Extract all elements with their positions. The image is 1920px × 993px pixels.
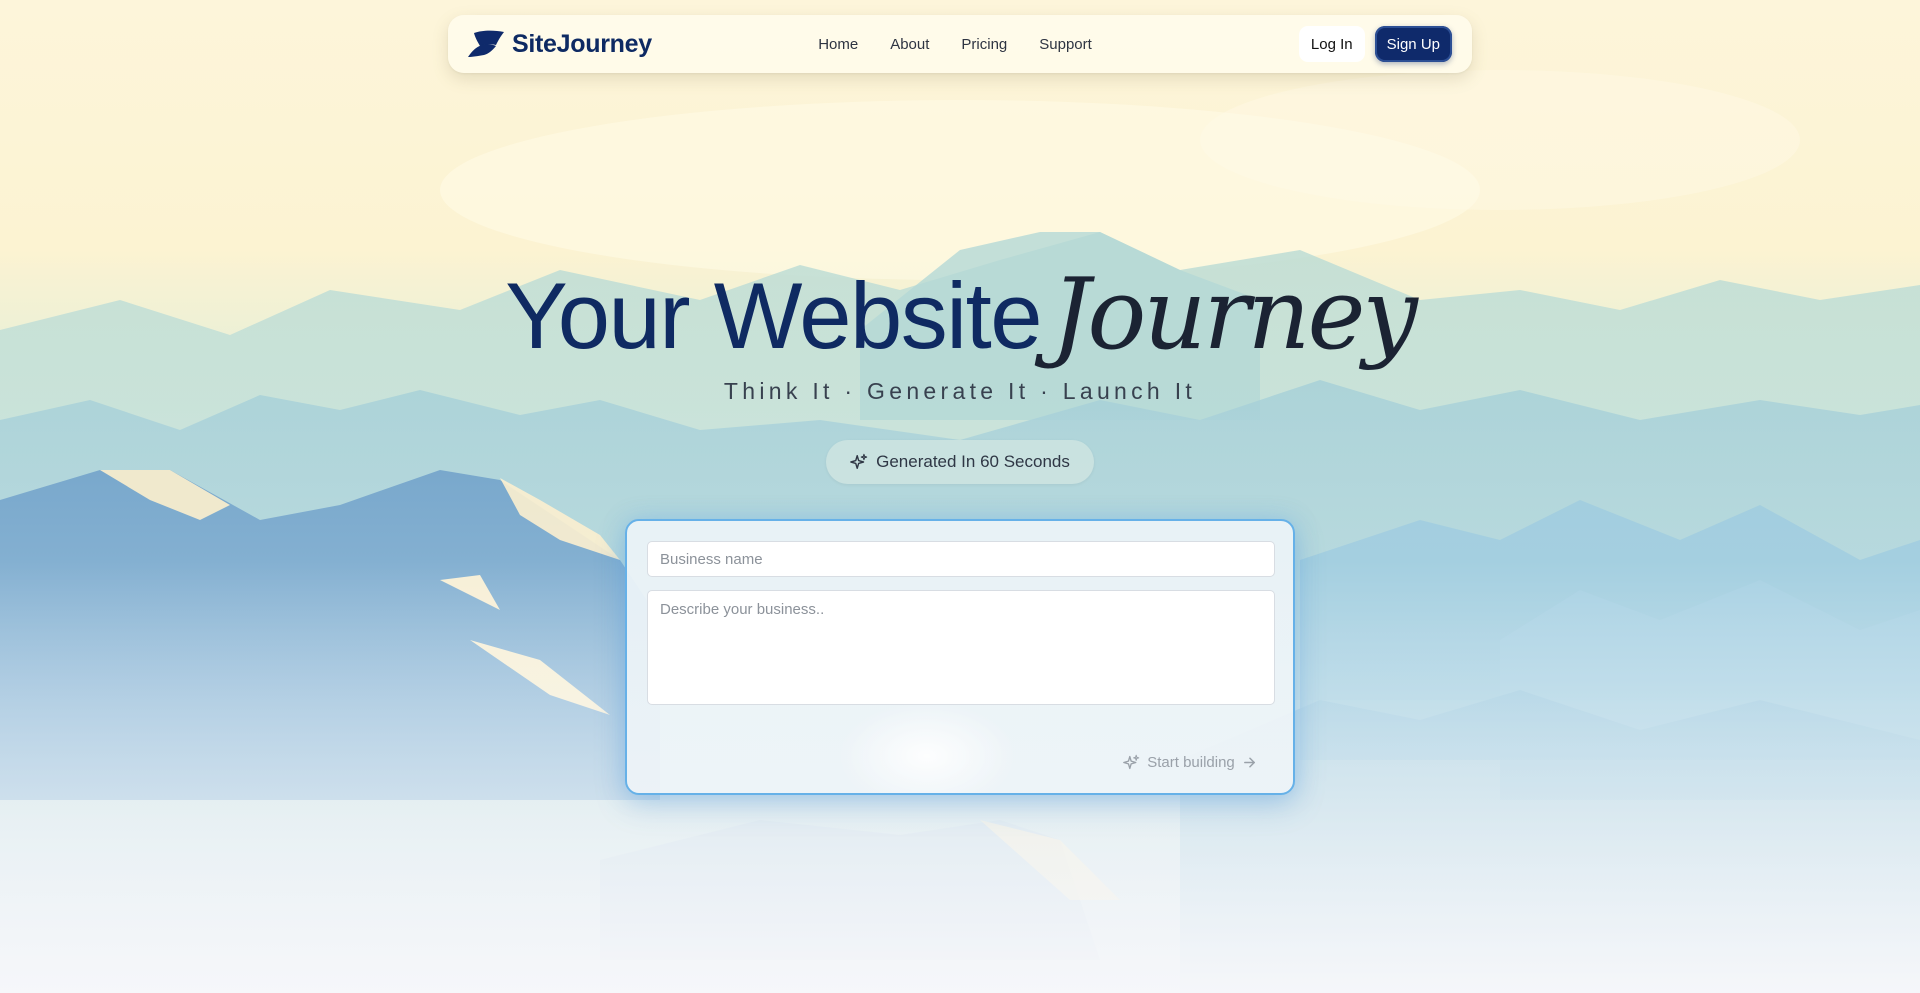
brand-logo[interactable]: SiteJourney	[466, 29, 652, 59]
business-name-input[interactable]	[647, 541, 1275, 577]
primary-nav: Home About Pricing Support	[818, 36, 1092, 53]
speed-badge: Generated In 60 Seconds	[826, 440, 1094, 484]
start-building-label: Start building	[1147, 753, 1235, 771]
brand-name: SiteJourney	[512, 29, 652, 58]
leaf-swoosh-icon	[468, 30, 504, 57]
nav-link-about[interactable]: About	[890, 36, 929, 53]
hero-title-main: Your Website	[505, 263, 1042, 368]
login-button[interactable]: Log In	[1298, 26, 1365, 62]
card-glow	[837, 701, 1017, 793]
business-description-input[interactable]	[647, 590, 1275, 705]
hero-title-accent: Journey	[1051, 258, 1418, 372]
hero-title: Your Website Journey	[0, 258, 1920, 372]
hero-subtitle: Think It · Generate It · Launch It	[723, 378, 1197, 404]
nav-link-home[interactable]: Home	[818, 36, 858, 53]
sparkles-icon	[1123, 754, 1140, 769]
mountain-background	[0, 0, 1920, 993]
sparkles-icon	[850, 453, 868, 470]
nav-link-pricing[interactable]: Pricing	[961, 36, 1007, 53]
top-navbar: SiteJourney Home About Pricing Support L…	[448, 15, 1472, 73]
nav-link-support[interactable]: Support	[1039, 36, 1092, 53]
badge-label: Generated In 60 Seconds	[876, 452, 1070, 471]
business-form-card: Start building	[625, 519, 1295, 795]
start-building-button[interactable]: Start building	[1107, 740, 1273, 784]
arrow-right-icon	[1243, 757, 1255, 767]
signup-button[interactable]: Sign Up	[1374, 26, 1452, 62]
